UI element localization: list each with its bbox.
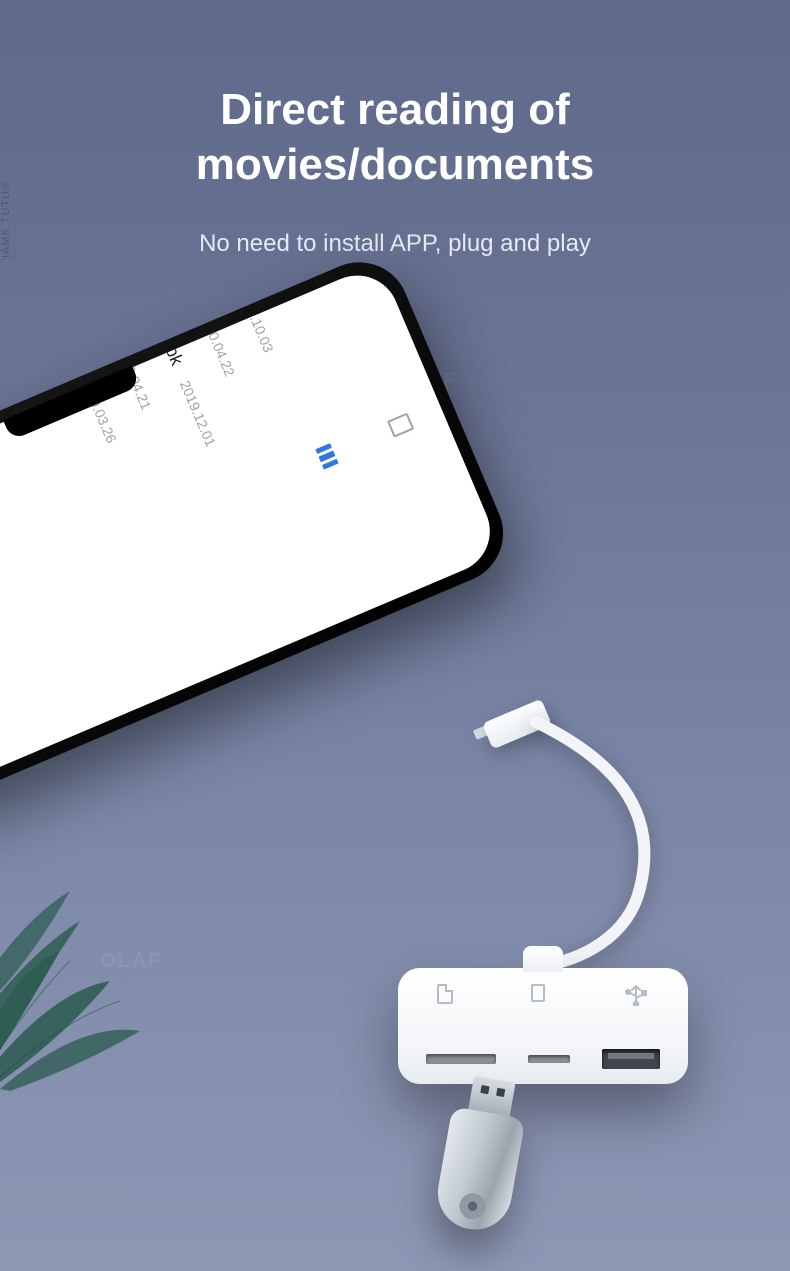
tf-card-icon [531,984,545,1002]
file-row: Android 2020.03.26 [30,267,267,787]
subhead: No need to install APP, plug and play [0,230,790,258]
headline-line2: movies/documents [196,140,595,189]
file-name: aliUnion_apk [127,265,187,369]
cable [520,718,680,978]
usb-keyring-hole [457,1191,487,1221]
landscape-icon [462,381,485,408]
tf-slot [528,1055,570,1063]
file-date: 2019.12.01 [177,378,219,449]
document-icon [387,413,414,438]
file-list: arms 2019.10.03 alipay 2020.04.22 aliUni… [26,262,433,788]
file-name: Android [45,300,89,365]
file-name: alipay [169,262,207,298]
usb-slot [602,1049,660,1069]
headline: Direct reading of movies/documents [0,0,790,192]
watermark-small: IAMK TUTU® [0,0,12,258]
folder-icon [32,267,57,294]
card-reader-adapter [398,968,688,1084]
file-date: 2019.10.03 [235,284,277,355]
file-name: arms [210,262,245,274]
plant-decoration [0,831,190,1091]
usb-flash-drive [423,1071,539,1244]
folder-icon [73,262,98,276]
adapter-lightning-port [523,946,563,972]
usb-body [432,1106,525,1235]
file-name: amap [86,282,123,332]
phone-mockup: arms 2019.10.03 alipay 2020.04.22 aliUni… [0,247,519,833]
phone-toolbar [286,364,503,486]
sd-card-icon [437,984,453,1004]
usb-icon [623,984,649,1006]
sd-slot [426,1054,496,1064]
headline-line1: Direct reading of [220,85,570,134]
phone-screen: arms 2019.10.03 alipay 2020.04.22 aliUni… [0,262,503,817]
file-date: 2020.04.22 [197,308,239,379]
bars-icon [316,443,339,470]
